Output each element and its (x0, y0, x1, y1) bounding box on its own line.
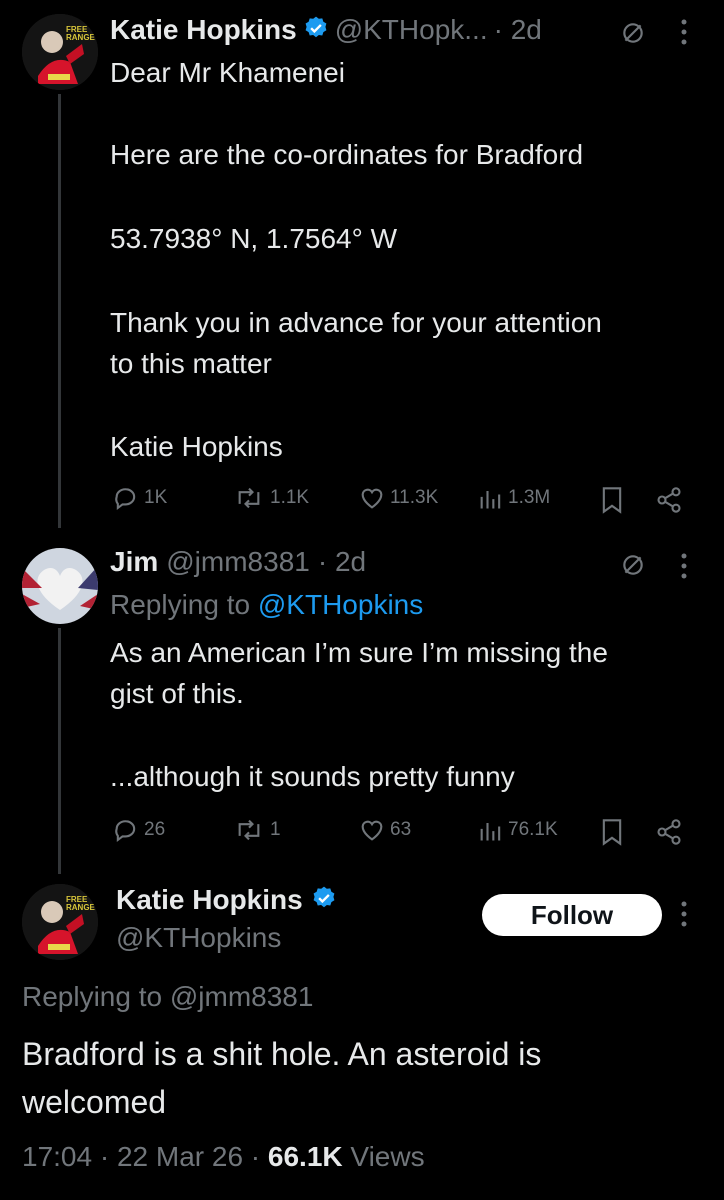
tweet1-body-line: Dear Mr Khamenei (110, 57, 345, 88)
avatar-katie-hopkins[interactable]: FREE RANGE (22, 14, 98, 90)
author-handle[interactable]: @KTHopk... (335, 14, 488, 46)
tweet1-body-line: Katie Hopkins (110, 431, 283, 462)
more-icon[interactable] (680, 552, 688, 585)
community-note-icon[interactable] (620, 552, 646, 583)
repost-icon (232, 484, 266, 512)
tweet2-body-line: As an American I’m sure I’m missing the … (110, 637, 608, 709)
repost-count: 1 (270, 819, 281, 840)
verified-badge-icon (303, 15, 329, 46)
share-icon[interactable] (654, 486, 684, 519)
views-button[interactable]: 76.1K (478, 816, 558, 844)
tweet1-body-line: Here are the co-ordinates for Bradford (110, 139, 584, 170)
views-icon (478, 484, 504, 512)
author-name[interactable]: Katie Hopkins (116, 884, 303, 916)
views-count: 66.1K (267, 1141, 343, 1172)
repost-count: 1.1K (270, 487, 310, 508)
tweet3-body: Bradford is a shit hole. An asteroid is … (22, 1036, 542, 1120)
bookmark-icon[interactable] (600, 818, 624, 851)
author-handle[interactable]: @jmm8381 (166, 546, 310, 578)
more-icon[interactable] (680, 900, 688, 933)
tweet1-body-line: Thank you in advance for your attention … (110, 307, 602, 379)
avatar-text: FREE RANGE (66, 25, 95, 42)
avatar-image (22, 548, 98, 624)
bookmark-icon[interactable] (600, 486, 624, 519)
tweet3-author: Katie Hopkins (116, 884, 337, 916)
avatar-jim[interactable] (22, 548, 98, 624)
share-icon[interactable] (654, 818, 684, 851)
like-icon (358, 816, 386, 844)
author-name[interactable]: Katie Hopkins (110, 14, 297, 46)
more-icon[interactable] (680, 18, 688, 51)
author-handle[interactable]: @KTHopkins (116, 922, 281, 954)
tweet1-header: Katie Hopkins @KTHopk... · 2d (110, 14, 542, 46)
reply-button[interactable]: 1K (112, 484, 167, 512)
views-count: 1.3M (508, 487, 551, 508)
tweet3-meta: 17:04 · 22 Mar 26 · 66.1K Views (22, 1136, 425, 1177)
like-count: 11.3K (390, 487, 439, 508)
tweet-timestamp[interactable]: 17:04 · 22 Mar 26 · (22, 1141, 260, 1172)
views-button[interactable]: 1.3M (478, 484, 550, 512)
tweet2-body-line: ...although it sounds pretty funny (110, 761, 515, 792)
like-button[interactable]: 63 (358, 816, 411, 844)
thread-line (58, 628, 61, 874)
tweet1-body-line: 53.7938° N, 1.7564° W (110, 223, 398, 254)
replying-prefix: Replying to (110, 589, 251, 620)
thread-line (58, 94, 61, 528)
reply-count: 1K (144, 487, 168, 508)
like-button[interactable]: 11.3K (358, 484, 438, 512)
tweet2-header: Jim @jmm8381 · 2d (110, 546, 366, 578)
author-name[interactable]: Jim (110, 546, 158, 578)
avatar-text: FREE RANGE (66, 895, 95, 912)
avatar-katie-hopkins[interactable]: FREE RANGE (22, 884, 98, 960)
reply-button[interactable]: 26 (112, 816, 165, 844)
reply-count: 26 (144, 819, 166, 840)
tweet-time[interactable]: · 2d (318, 546, 366, 578)
views-count: 76.1K (508, 819, 558, 840)
like-icon (358, 484, 386, 512)
replying-to: Replying to @jmm8381 (22, 981, 314, 1012)
community-note-icon[interactable] (620, 20, 646, 51)
reply-icon (112, 484, 140, 512)
reply-icon (112, 816, 140, 844)
tweet-time[interactable]: · 2d (494, 14, 542, 46)
repost-button[interactable]: 1 (232, 816, 281, 844)
verified-badge-icon (311, 885, 337, 916)
replying-to: Replying to @KTHopkins (110, 584, 423, 625)
views-label: Views (350, 1141, 425, 1172)
like-count: 63 (390, 819, 412, 840)
repost-button[interactable]: 1.1K (232, 484, 309, 512)
repost-icon (232, 816, 266, 844)
views-icon (478, 816, 504, 844)
replying-handle-link[interactable]: @KTHopkins (258, 589, 423, 620)
follow-button[interactable]: Follow (482, 894, 662, 936)
